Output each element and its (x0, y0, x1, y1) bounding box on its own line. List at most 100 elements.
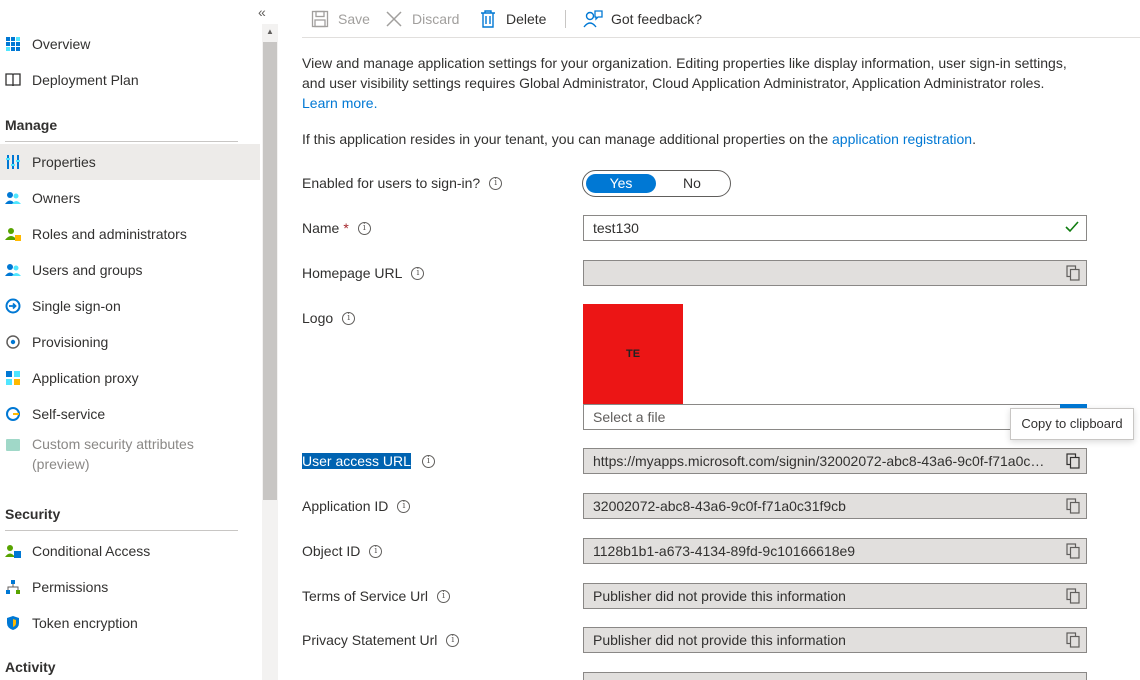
user-access-url-input[interactable]: https://myapps.microsoft.com/signin/3200… (583, 448, 1087, 474)
conditional-access-icon (4, 542, 22, 560)
application-id-text: Application ID (302, 498, 389, 514)
info-icon[interactable]: i (437, 589, 451, 603)
divider (5, 530, 238, 531)
user-access-url-text: User access URL (302, 453, 411, 469)
nav-item-self-service[interactable]: Self-service (0, 396, 260, 432)
copy-icon[interactable] (1061, 628, 1085, 652)
nav-label: Single sign-on (32, 298, 121, 314)
left-nav: Overview Deployment Plan Manage Properti… (0, 0, 262, 680)
section-header-security: Security (5, 506, 61, 522)
next-field-input[interactable] (583, 672, 1087, 680)
privacy-label: Privacy Statement Url i (302, 632, 460, 648)
close-icon (384, 9, 404, 29)
tos-input[interactable]: Publisher did not provide this informati… (583, 583, 1087, 609)
enabled-signin-text: Enabled for users to sign-in? (302, 175, 481, 191)
properties-icon (4, 153, 22, 171)
application-id-label: Application ID i (302, 498, 411, 514)
enabled-signin-toggle[interactable]: Yes No (582, 170, 731, 197)
feedback-icon (583, 9, 603, 29)
logo-image: TE (583, 304, 683, 404)
nav-item-custom-security-attributes: Custom security attributes (preview) (0, 434, 260, 478)
info-icon[interactable]: i (397, 499, 411, 513)
nav-item-properties[interactable]: Properties (0, 144, 260, 180)
feedback-label: Got feedback? (611, 11, 703, 27)
nav-item-permissions[interactable]: Permissions (0, 569, 260, 605)
sso-icon (4, 297, 22, 315)
nav-item-roles[interactable]: Roles and administrators (0, 216, 260, 252)
info-icon[interactable]: i (421, 454, 435, 468)
user-access-url-label: User access URL i (302, 453, 435, 469)
nav-label: Overview (32, 36, 91, 52)
checkmark-icon (1064, 219, 1082, 237)
toggle-no[interactable]: No (657, 174, 727, 193)
name-label: Name * i (302, 220, 371, 236)
book-icon (4, 71, 22, 89)
enabled-signin-label: Enabled for users to sign-in? i (302, 175, 503, 191)
name-input[interactable]: test130 (583, 215, 1087, 241)
toolbar-separator (565, 10, 566, 28)
tenant-text: If this application resides in your tena… (302, 129, 1102, 149)
discard-button[interactable]: Discard (384, 6, 459, 32)
learn-more-link[interactable]: Learn more. (302, 95, 377, 111)
nav-item-provisioning[interactable]: Provisioning (0, 324, 260, 360)
homepage-text: Homepage URL (302, 265, 403, 281)
privacy-text: Privacy Statement Url (302, 632, 438, 648)
users-groups-icon (4, 261, 22, 279)
logo-text: Logo (302, 310, 334, 326)
copy-icon[interactable] (1061, 449, 1085, 473)
object-id-input[interactable]: 1128b1b1-a673-4134-89fd-9c10166618e9 (583, 538, 1087, 564)
object-id-text: Object ID (302, 543, 361, 559)
intro-text: View and manage application settings for… (302, 53, 1072, 113)
info-icon[interactable]: i (369, 544, 383, 558)
nav-item-overview[interactable]: Overview (0, 26, 260, 62)
copy-icon[interactable] (1061, 261, 1085, 285)
self-service-icon (4, 405, 22, 423)
info-icon[interactable]: i (489, 176, 503, 190)
nav-item-deployment-plan[interactable]: Deployment Plan (0, 62, 260, 98)
nav-label: Application proxy (32, 370, 139, 386)
nav-label: Token encryption (32, 615, 138, 631)
save-label: Save (338, 11, 370, 27)
grid-icon (4, 35, 22, 53)
delete-button[interactable]: Delete (478, 6, 546, 32)
copy-icon[interactable] (1061, 494, 1085, 518)
info-icon[interactable]: i (357, 221, 371, 235)
provisioning-icon (4, 333, 22, 351)
homepage-input[interactable] (583, 260, 1087, 286)
toggle-yes[interactable]: Yes (586, 174, 656, 193)
tenant-end: . (972, 131, 976, 147)
section-header-manage: Manage (5, 117, 58, 133)
app-registration-link[interactable]: application registration (832, 131, 972, 147)
nav-label: Owners (32, 190, 81, 206)
collapse-sidebar-icon[interactable]: « (258, 4, 266, 20)
nav-label: Users and groups (32, 262, 143, 278)
nav-item-sso[interactable]: Single sign-on (0, 288, 260, 324)
copy-icon[interactable] (1061, 539, 1085, 563)
nav-item-app-proxy[interactable]: Application proxy (0, 360, 260, 396)
application-id-input[interactable]: 32002072-abc8-43a6-9c0f-f71a0c31f9cb (583, 493, 1087, 519)
info-icon[interactable]: i (411, 266, 425, 280)
nav-label: Properties (32, 154, 96, 170)
scroll-up-icon[interactable]: ▲ (262, 24, 278, 40)
command-bar: Save Discard Delete Got feedback? (302, 0, 1140, 38)
nav-item-owners[interactable]: Owners (0, 180, 260, 216)
feedback-button[interactable]: Got feedback? (583, 6, 702, 32)
app-proxy-icon (4, 369, 22, 387)
delete-label: Delete (506, 11, 547, 27)
required-marker: * (343, 220, 349, 236)
privacy-input[interactable]: Publisher did not provide this informati… (583, 627, 1087, 653)
trash-icon (478, 9, 498, 29)
nav-item-token-encryption[interactable]: Token encryption (0, 605, 260, 641)
info-icon[interactable]: i (446, 633, 460, 647)
nav-item-users-groups[interactable]: Users and groups (0, 252, 260, 288)
copy-icon[interactable] (1061, 584, 1085, 608)
intro-body: View and manage application settings for… (302, 55, 1067, 91)
shield-icon (4, 614, 22, 632)
tos-text: Terms of Service Url (302, 588, 429, 604)
nav-label: Self-service (32, 406, 106, 422)
info-icon[interactable]: i (342, 311, 356, 325)
save-button[interactable]: Save (310, 6, 370, 32)
scroll-thumb[interactable] (263, 42, 277, 500)
nav-label: Deployment Plan (32, 72, 139, 88)
nav-item-conditional-access[interactable]: Conditional Access (0, 533, 260, 569)
